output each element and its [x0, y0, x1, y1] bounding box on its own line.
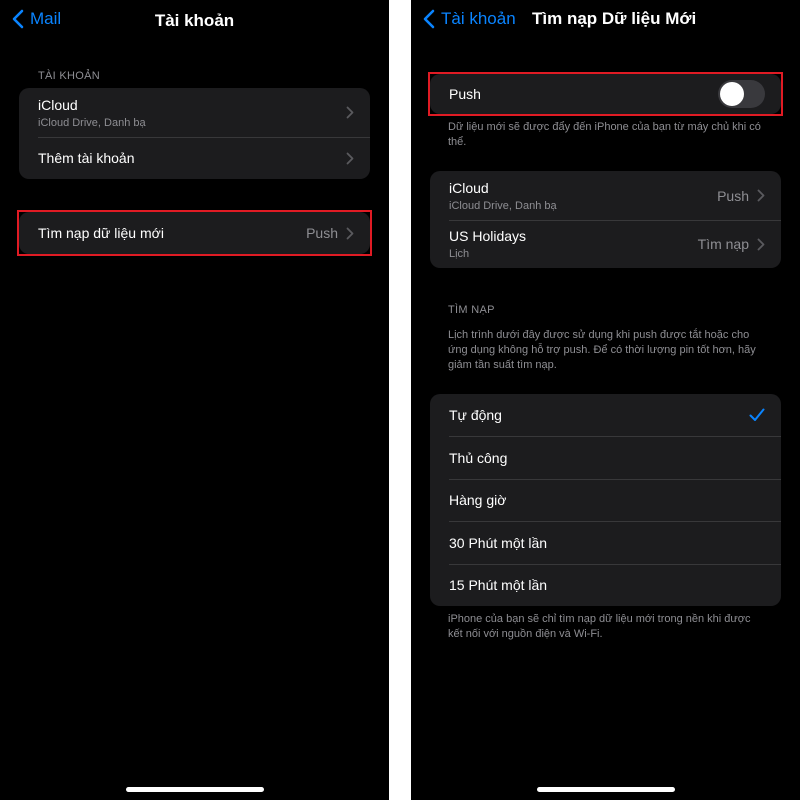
- row-subtitle: iCloud Drive, Danh bạ: [449, 199, 557, 212]
- chevron-right-icon: [757, 189, 765, 202]
- row-text: US Holidays Lịch: [449, 228, 698, 260]
- page-title: Tài khoản: [154, 11, 235, 30]
- row-title: Thủ công: [449, 449, 508, 466]
- section-header-fetch: TÌM NẠP: [448, 304, 495, 316]
- fetch-description: Lịch trình dưới đây được sử dụng khi pus…: [448, 329, 756, 371]
- row-title: 15 Phút một lần: [449, 577, 548, 593]
- nav-bar: Mail Tài khoản: [0, 0, 389, 44]
- chevron-right-icon: [757, 238, 765, 250]
- row-value: Tìm nạp: [697, 236, 749, 252]
- schedule-option-30-min[interactable]: 30 Phút một lần: [430, 521, 781, 564]
- nav-bar: Tài khoản Tìm nạp Dữ liệu Mới: [411, 0, 800, 44]
- account-row-icloud[interactable]: iCloud iCloud Drive, Danh bạ Push: [430, 171, 781, 220]
- row-text: Thủ công: [449, 450, 765, 466]
- account-fetch-group: iCloud iCloud Drive, Danh bạ Push US Hol…: [430, 171, 781, 268]
- chevron-left-icon: [423, 9, 435, 29]
- schedule-option-15-min[interactable]: 15 Phút một lần: [430, 564, 781, 606]
- push-footnote: Dữ liệu mới sẽ được đẩy đến iPhone của b…: [448, 121, 761, 148]
- row-text: iCloud iCloud Drive, Danh bạ: [38, 97, 346, 129]
- row-text: Thêm tài khoản: [38, 150, 346, 166]
- account-row-icloud[interactable]: iCloud iCloud Drive, Danh bạ: [19, 88, 370, 137]
- row-subtitle: iCloud Drive, Danh bạ: [38, 116, 146, 129]
- chevron-right-icon: [346, 106, 354, 119]
- schedule-group: Tự động Thủ công Hàng giờ 30 Phút một lầ…: [430, 394, 781, 606]
- row-title: US Holidays: [449, 228, 527, 244]
- row-text: iCloud iCloud Drive, Danh bạ: [449, 180, 717, 212]
- page-title: Tìm nạp Dữ liệu Mới: [532, 9, 697, 28]
- row-value: Push: [717, 187, 749, 204]
- checkmark-icon: [749, 408, 765, 421]
- schedule-option-hourly[interactable]: Hàng giờ: [430, 479, 781, 521]
- accounts-group: iCloud iCloud Drive, Danh bạ Thêm tài kh…: [19, 88, 370, 179]
- schedule-footnote: iPhone của bạn sẽ chỉ tìm nạp dữ liệu mớ…: [448, 613, 751, 640]
- row-title: iCloud: [449, 179, 489, 196]
- row-title: Thêm tài khoản: [38, 150, 135, 166]
- row-subtitle: Lịch: [449, 248, 470, 260]
- row-title: iCloud: [38, 96, 78, 113]
- schedule-option-auto[interactable]: Tự động: [430, 394, 781, 436]
- add-account-row[interactable]: Thêm tài khoản: [19, 137, 370, 179]
- fetch-new-data-screen: Tài khoản Tìm nạp Dữ liệu Mới Push Dữ li…: [411, 0, 800, 800]
- home-indicator: [125, 787, 264, 792]
- back-label: Tài khoản: [441, 9, 516, 28]
- row-title: 30 Phút một lần: [449, 534, 548, 551]
- schedule-option-manual[interactable]: Thủ công: [430, 436, 781, 479]
- row-text: 30 Phút một lần: [449, 535, 765, 551]
- highlight-box: [428, 72, 783, 116]
- section-header-accounts: TÀI KHOẢN: [38, 70, 100, 82]
- chevron-right-icon: [346, 152, 354, 164]
- home-indicator: [536, 787, 675, 792]
- highlight-box: [17, 210, 372, 256]
- row-text: 15 Phút một lần: [449, 577, 765, 593]
- account-row-us-holidays[interactable]: US Holidays Lịch Tìm nạp: [430, 220, 781, 268]
- back-button-accounts[interactable]: Tài khoản: [423, 9, 516, 29]
- row-title: Tự động: [449, 407, 502, 423]
- row-text: Hàng giờ: [449, 492, 765, 508]
- row-text: Tự động: [449, 407, 749, 423]
- accounts-screen: Mail Tài khoản TÀI KHOẢN iCloud iCloud D…: [0, 0, 389, 800]
- row-title: Hàng giờ: [449, 492, 507, 508]
